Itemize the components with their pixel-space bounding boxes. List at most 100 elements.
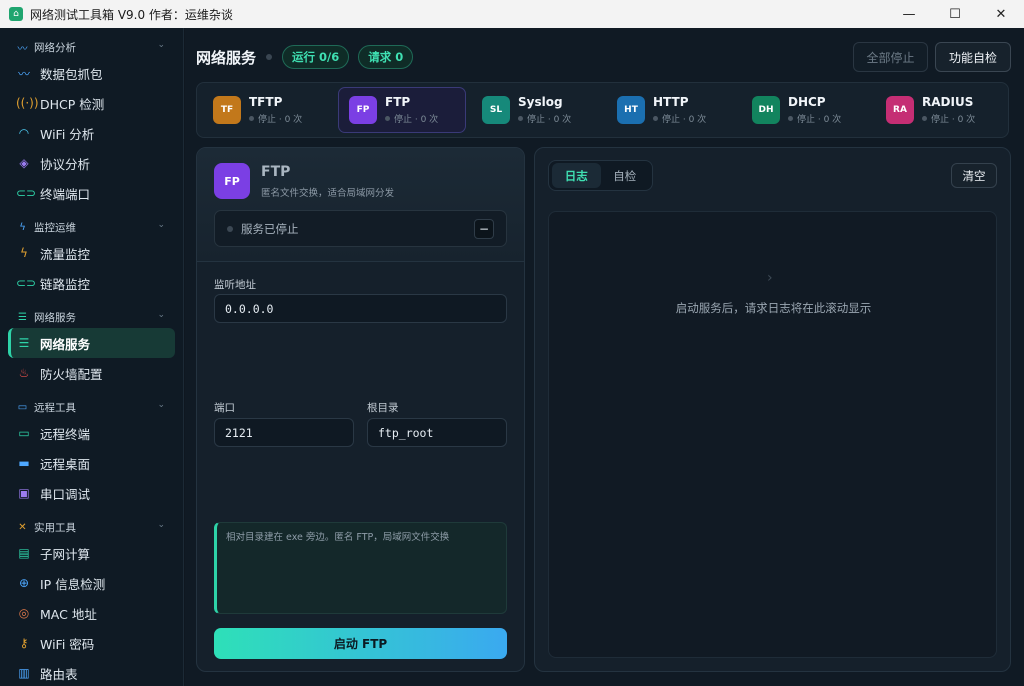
service-status: 停止 · 0 次 bbox=[797, 115, 842, 125]
service-tabs: TF TFTP 停止 · 0 次 FP FTP 停止 · 0 次 SL Syslog… bbox=[196, 82, 1009, 138]
service-name: RADIUS bbox=[922, 95, 974, 109]
log-empty-text: 启动服务后，请求日志将在此滚动显示 bbox=[675, 301, 872, 315]
chevron-down-icon: ⌄ bbox=[157, 520, 165, 530]
map-icon: ▥ bbox=[18, 666, 30, 680]
chevron-down-icon: ⌄ bbox=[157, 400, 165, 410]
log-panel: 日志 自检 清空 › 启动服务后，请求日志将在此滚动显示 bbox=[534, 147, 1011, 672]
sidebar-item-remote-terminal[interactable]: ▭ 远程终端 bbox=[8, 418, 175, 448]
service-status: 停止 · 0 次 bbox=[258, 115, 303, 125]
log-tabs: 日志 自检 bbox=[548, 160, 653, 191]
main-content: 网络服务 运行 0/6 请求 0 全部停止 功能自检 TF TFTP 停止 · 0… bbox=[185, 28, 1024, 686]
sidebar-item-remote-desktop[interactable]: ▬ 远程桌面 bbox=[8, 448, 175, 478]
tab-self-check[interactable]: 自检 bbox=[601, 163, 650, 188]
service-badge: RA bbox=[886, 96, 914, 124]
maximize-icon[interactable]: ☐ bbox=[932, 0, 978, 28]
sidebar-item-protocol-analysis[interactable]: ◈ 协议分析 bbox=[8, 148, 175, 178]
sidebar-item-wifi-password[interactable]: ⚷ WiFi 密码 bbox=[8, 628, 175, 658]
flame-icon: ♨ bbox=[18, 366, 30, 380]
clear-button[interactable]: 清空 bbox=[951, 163, 997, 188]
separator-dot bbox=[266, 54, 273, 60]
service-title: FTP bbox=[261, 164, 291, 180]
monitor-icon: ▬ bbox=[18, 456, 30, 470]
stop-all-button[interactable]: 全部停止 bbox=[853, 42, 928, 72]
status-dot bbox=[653, 116, 658, 121]
tab-log[interactable]: 日志 bbox=[552, 163, 601, 188]
port-input[interactable]: 2121 bbox=[214, 418, 354, 447]
window-title: 网络测试工具箱 V9.0 作者：运维杂谈 bbox=[30, 7, 233, 22]
group-network-services[interactable]: ☰ 网络服务 ⌄ bbox=[0, 306, 183, 328]
service-name: FTP bbox=[385, 95, 411, 109]
app-icon: ⌂ bbox=[9, 7, 23, 21]
service-header: FP FTP 匿名文件交换，适合局域网分发 服务已停止 − bbox=[197, 148, 524, 262]
tab-dhcp[interactable]: DH DHCP 停止 · 0 次 bbox=[742, 87, 870, 133]
layers-icon: ◈ bbox=[19, 156, 29, 170]
collapse-button[interactable]: − bbox=[474, 219, 494, 239]
listen-address-label: 监听地址 bbox=[214, 279, 256, 291]
trend-icon: 〰 bbox=[17, 66, 30, 81]
sidebar-item-dhcp-detect[interactable]: ((·)) DHCP 检测 bbox=[8, 88, 175, 118]
chip-icon: ▣ bbox=[18, 486, 30, 500]
database-icon: ☰ bbox=[18, 336, 30, 350]
tab-radius[interactable]: RA RADIUS 停止 · 0 次 bbox=[876, 87, 1004, 133]
sidebar-item-subnet-calc[interactable]: ▤ 子网计算 bbox=[8, 538, 175, 568]
status-dot bbox=[249, 116, 254, 121]
broadcast-icon: ((·)) bbox=[16, 96, 39, 110]
port-label: 端口 bbox=[214, 402, 235, 414]
trend-icon: 〰 bbox=[17, 43, 28, 55]
start-service-button[interactable]: 启动 FTP bbox=[214, 628, 507, 659]
terminal-icon: ▭ bbox=[18, 426, 30, 440]
listen-address-input[interactable]: 0.0.0.0 bbox=[214, 294, 507, 323]
self-check-button[interactable]: 功能自检 bbox=[935, 42, 1011, 72]
sidebar: 〰 网络分析 ⌄ 〰数据包抓包 ((·)) DHCP 检测 ◠ WiFi 分析 ◈ 协… bbox=[0, 28, 184, 686]
service-name: TFTP bbox=[249, 95, 283, 109]
root-dir-input[interactable]: ftp_root bbox=[367, 418, 507, 447]
calculator-icon: ▤ bbox=[18, 546, 30, 560]
service-status: 停止 · 0 次 bbox=[662, 115, 707, 125]
database-icon: ☰ bbox=[18, 311, 27, 323]
request-count-badge: 请求 0 bbox=[358, 45, 414, 69]
sidebar-item-route-table[interactable]: ▥ 路由表 bbox=[8, 658, 175, 686]
group-utilities[interactable]: ✕ 实用工具 ⌄ bbox=[0, 516, 183, 538]
service-badge: DH bbox=[752, 96, 780, 124]
sidebar-item-packet-capture[interactable]: 〰数据包抓包 bbox=[8, 58, 175, 88]
service-name: DHCP bbox=[788, 95, 826, 109]
sidebar-item-traffic-monitor[interactable]: ϟ 流量监控 bbox=[8, 238, 175, 268]
tab-http[interactable]: HT HTTP 停止 · 0 次 bbox=[607, 87, 735, 133]
service-config-panel: FP FTP 匿名文件交换，适合局域网分发 服务已停止 − 监听地址 0.0.0… bbox=[196, 147, 525, 672]
chevron-down-icon: ⌄ bbox=[157, 40, 165, 50]
sidebar-item-network-services[interactable]: ☰ 网络服务 bbox=[8, 328, 175, 358]
minimize-icon[interactable]: — bbox=[886, 0, 932, 28]
sidebar-item-mac-address[interactable]: ◎ MAC 地址 bbox=[8, 598, 175, 628]
chevron-right-icon: › bbox=[767, 270, 773, 286]
sidebar-item-wifi-analysis[interactable]: ◠ WiFi 分析 bbox=[8, 118, 175, 148]
key-icon: ⚷ bbox=[19, 636, 29, 650]
log-output[interactable]: › 启动服务后，请求日志将在此滚动显示 bbox=[548, 211, 997, 658]
service-status: 停止 · 0 次 bbox=[931, 115, 976, 125]
tab-tftp[interactable]: TF TFTP 停止 · 0 次 bbox=[203, 87, 331, 133]
service-description: 匿名文件交换，适合局域网分发 bbox=[261, 188, 395, 199]
status-dot bbox=[922, 116, 927, 121]
service-badge: FP bbox=[349, 96, 377, 124]
group-network-analysis[interactable]: 〰 网络分析 ⌄ bbox=[0, 36, 183, 58]
service-badge: HT bbox=[617, 96, 645, 124]
bolt-icon: ϟ bbox=[19, 221, 26, 233]
group-monitoring[interactable]: ϟ 监控运维 ⌄ bbox=[0, 216, 183, 238]
running-count-badge: 运行 0/6 bbox=[282, 45, 350, 69]
group-remote-tools[interactable]: ▭ 远程工具 ⌄ bbox=[0, 396, 183, 418]
tools-icon: ✕ bbox=[18, 521, 27, 533]
service-badge: FP bbox=[214, 163, 250, 199]
service-status-box: 服务已停止 − bbox=[214, 210, 507, 247]
terminal-icon: ▭ bbox=[17, 401, 28, 413]
chevron-down-icon: ⌄ bbox=[157, 220, 165, 230]
tab-ftp[interactable]: FP FTP 停止 · 0 次 bbox=[338, 87, 466, 133]
sidebar-item-ip-info[interactable]: ⊕ IP 信息检测 bbox=[8, 568, 175, 598]
close-icon[interactable]: ✕ bbox=[978, 0, 1024, 28]
sidebar-item-link-monitor[interactable]: ⊂⊃ 链路监控 bbox=[8, 268, 175, 298]
sidebar-item-terminal-port[interactable]: ⊂⊃ 终端端口 bbox=[8, 178, 175, 208]
status-dot bbox=[227, 225, 233, 232]
service-name: Syslog bbox=[518, 95, 563, 109]
tab-syslog[interactable]: SL Syslog 停止 · 0 次 bbox=[472, 87, 600, 133]
sidebar-item-firewall[interactable]: ♨ 防火墙配置 bbox=[8, 358, 175, 388]
status-dot bbox=[385, 116, 390, 121]
sidebar-item-serial-debug[interactable]: ▣ 串口调试 bbox=[8, 478, 175, 508]
